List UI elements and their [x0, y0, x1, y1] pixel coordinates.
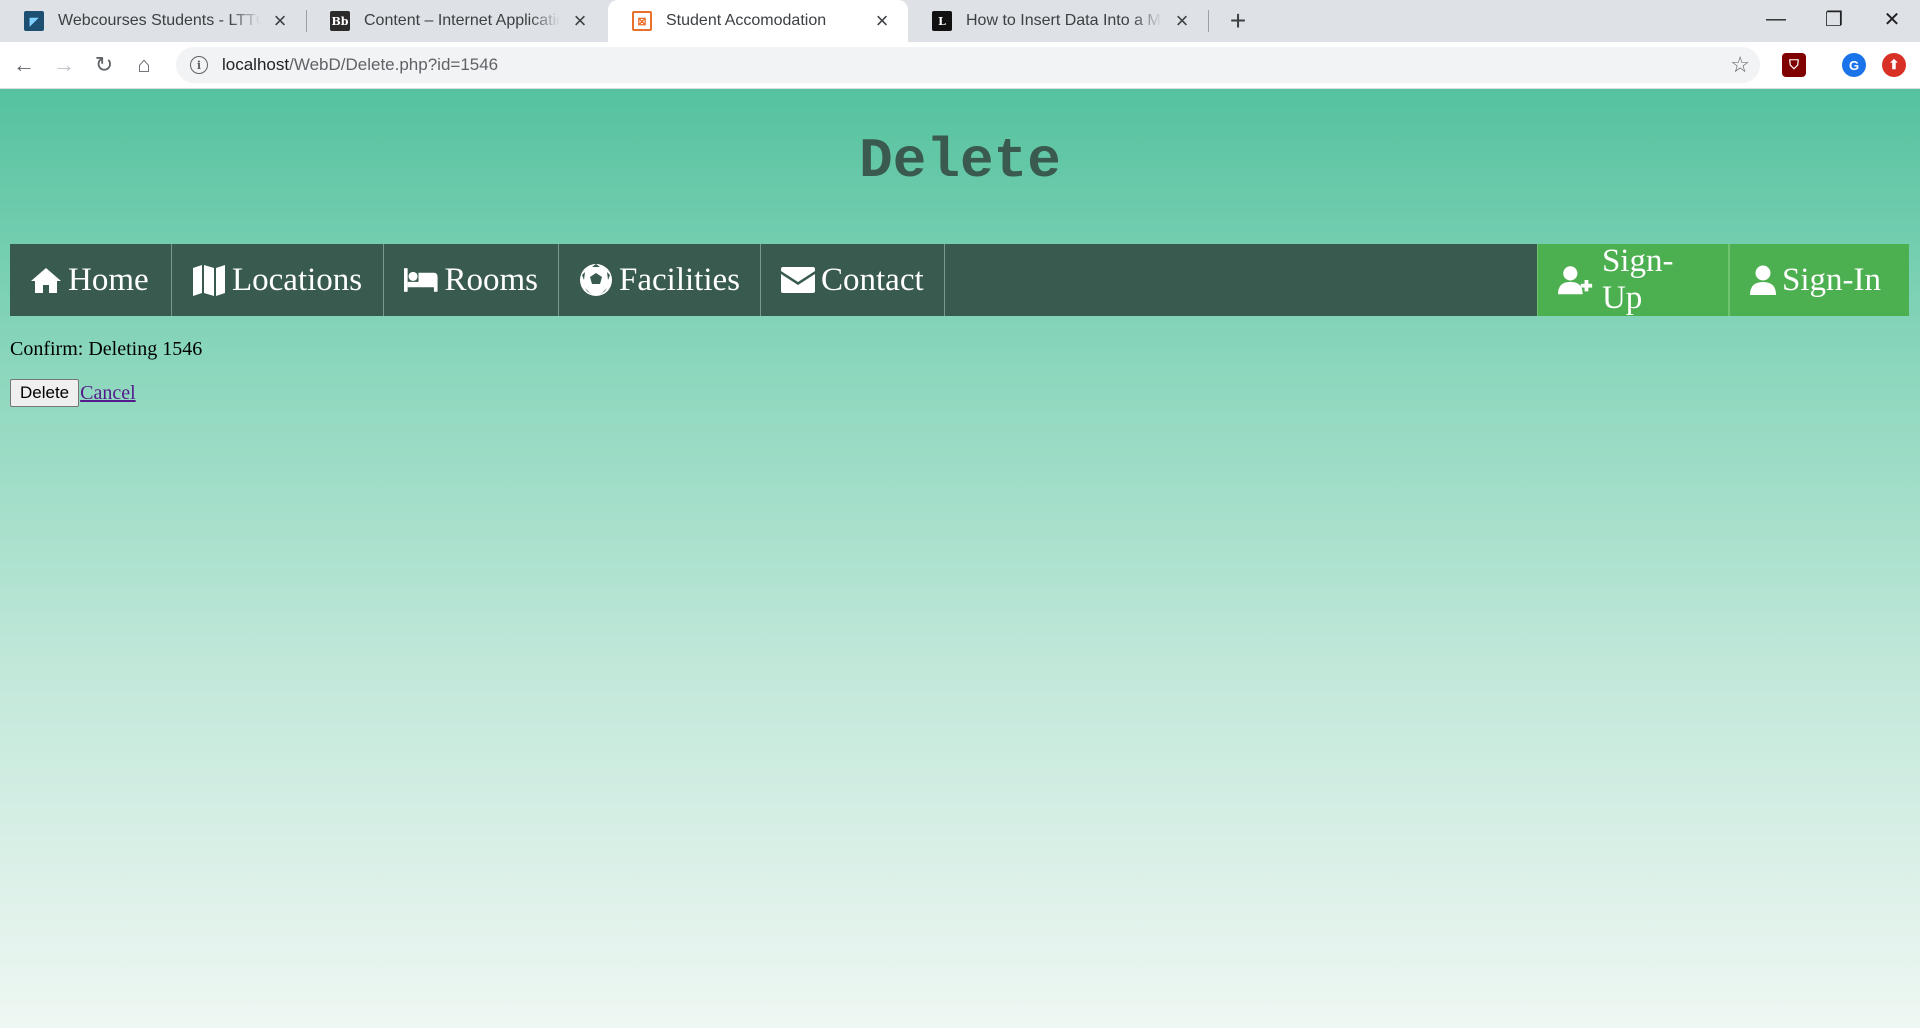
page-content: Delete Home Locations Rooms Facilities C…	[0, 89, 1920, 1028]
lifewire-icon: L	[932, 11, 952, 31]
extension-icon[interactable]: ⬆	[1882, 53, 1906, 77]
nav-sign-up[interactable]: Sign-Up	[1537, 243, 1729, 316]
action-row: Delete Cancel	[10, 379, 136, 407]
minimize-icon[interactable]: —	[1748, 0, 1804, 38]
nav-label: Contact	[821, 261, 924, 298]
xampp-icon: ⊠	[632, 11, 652, 31]
nav-rooms[interactable]: Rooms	[384, 244, 559, 316]
ublock-icon[interactable]: ⛉	[1782, 53, 1806, 77]
tab-strip: ◤ Webcourses Students - LTTC × Bb Conten…	[0, 0, 1920, 42]
tab-title: How to Insert Data Into a MySQL	[966, 12, 1162, 29]
map-icon	[193, 265, 225, 296]
url-text: localhost/WebD/Delete.php?id=1546	[222, 55, 498, 75]
bed-icon	[404, 268, 438, 292]
address-bar[interactable]: i localhost/WebD/Delete.php?id=1546 ☆	[176, 47, 1760, 83]
nav-home[interactable]: Home	[10, 244, 172, 316]
back-icon[interactable]: ←	[6, 47, 42, 83]
user-plus-icon	[1558, 266, 1593, 295]
main-nav: Home Locations Rooms Facilities Contact …	[10, 243, 1909, 316]
blackboard-icon: Bb	[330, 11, 350, 31]
confirm-message: Confirm: Deleting 1546	[10, 338, 203, 360]
tab-webcourses[interactable]: ◤ Webcourses Students - LTTC ×	[0, 0, 306, 42]
tab-title: Webcourses Students - LTTC	[58, 12, 260, 29]
restore-icon[interactable]: ❐	[1806, 0, 1862, 38]
tab-title: Student Accomodation	[666, 12, 827, 29]
forward-icon[interactable]: →	[46, 47, 82, 83]
tab-blackboard[interactable]: Bb Content – Internet Application and ×	[306, 0, 606, 42]
home-icon	[31, 268, 61, 293]
delete-button[interactable]: Delete	[10, 379, 80, 407]
site-info-icon[interactable]: i	[190, 56, 208, 74]
url-path: /WebD/Delete.php?id=1546	[289, 55, 499, 74]
close-icon[interactable]: ×	[870, 8, 894, 33]
nav-label: Home	[68, 261, 149, 298]
nav-facilities[interactable]: Facilities	[559, 244, 761, 316]
envelope-icon	[781, 267, 815, 293]
url-host: localhost	[222, 55, 290, 74]
bookmark-star-icon[interactable]: ☆	[1730, 52, 1750, 78]
nav-sign-in[interactable]: Sign-In	[1729, 244, 1909, 316]
nav-label: Facilities	[619, 261, 740, 298]
soccer-ball-icon	[580, 264, 612, 296]
page-title: Delete	[859, 129, 1061, 193]
close-icon[interactable]: ×	[568, 8, 592, 33]
nav-label: Locations	[232, 261, 363, 298]
user-icon	[1750, 265, 1776, 295]
nav-contact[interactable]: Contact	[761, 244, 945, 316]
tab-title: Content – Internet Application and	[364, 12, 560, 29]
new-tab-button[interactable]: +	[1222, 5, 1254, 37]
tab-separator	[1208, 10, 1209, 32]
home-browser-icon[interactable]: ⌂	[126, 47, 162, 83]
tab-lifewire[interactable]: L How to Insert Data Into a MySQL ×	[908, 0, 1208, 42]
nav-label: Rooms	[444, 261, 538, 298]
nav-label: Sign-Up	[1601, 243, 1674, 316]
browser-toolbar: ← → ↻ ⌂ i localhost/WebD/Delete.php?id=1…	[0, 42, 1920, 89]
nav-label: Sign-In	[1782, 261, 1881, 298]
tab-student-accomodation[interactable]: ⊠ Student Accomodation ×	[608, 0, 908, 42]
close-icon[interactable]: ×	[268, 8, 292, 33]
nav-locations[interactable]: Locations	[172, 244, 384, 316]
webcourses-icon: ◤	[24, 11, 44, 31]
cancel-link[interactable]: Cancel	[80, 382, 136, 405]
reload-icon[interactable]: ↻	[86, 47, 122, 83]
profile-avatar[interactable]: G	[1842, 53, 1866, 77]
close-icon[interactable]: ×	[1170, 8, 1194, 33]
close-window-icon[interactable]: ✕	[1864, 0, 1920, 38]
